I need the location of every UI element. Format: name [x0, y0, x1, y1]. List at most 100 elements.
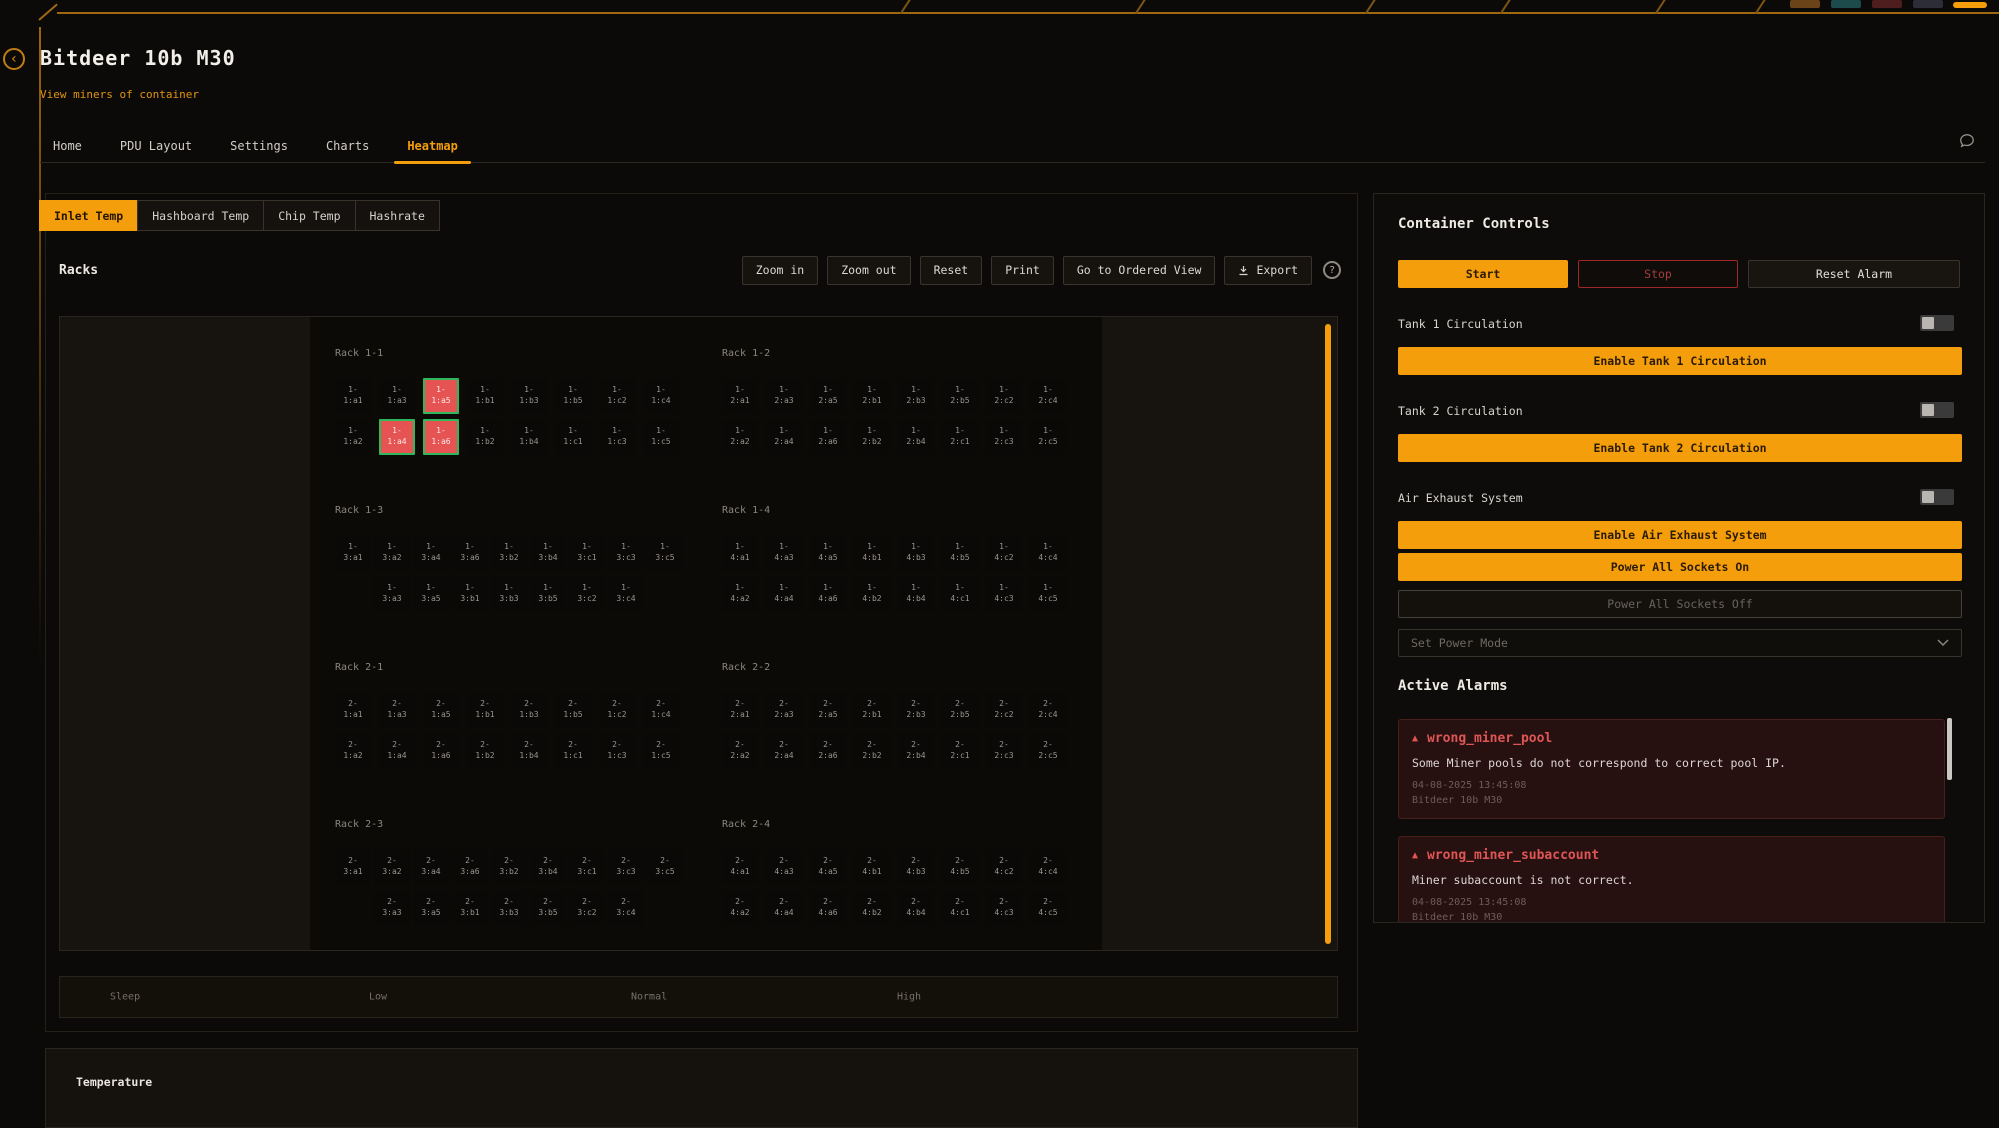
- miner-cell-1-3-b4[interactable]: 1-3:b4: [530, 535, 566, 571]
- miner-cell-1-4-c1[interactable]: 1-4:c1: [942, 576, 978, 612]
- miner-cell-1-4-c2[interactable]: 1-4:c2: [986, 535, 1022, 571]
- miner-cell-1-3-c3[interactable]: 1-3:c3: [608, 535, 644, 571]
- tab-settings[interactable]: Settings: [217, 130, 301, 162]
- heatmap-tab-hashboard-temp[interactable]: Hashboard Temp: [137, 200, 264, 231]
- miner-cell-1-2-b5[interactable]: 1-2:b5: [942, 378, 978, 414]
- miner-cell-1-4-a5[interactable]: 1-4:a5: [810, 535, 846, 571]
- miner-cell-1-1-c2[interactable]: 1-1:c2: [599, 378, 635, 414]
- miner-cell-2-1-c4[interactable]: 2-1:c4: [643, 692, 679, 728]
- heatmap-tab-hashrate[interactable]: Hashrate: [355, 200, 440, 231]
- tab-heatmap[interactable]: Heatmap: [394, 130, 471, 162]
- miner-cell-2-4-c5[interactable]: 2-4:c5: [1030, 890, 1066, 926]
- miner-cell-2-4-c3[interactable]: 2-4:c3: [986, 890, 1022, 926]
- miner-cell-1-4-c4[interactable]: 1-4:c4: [1030, 535, 1066, 571]
- miner-cell-2-2-a4[interactable]: 2-2:a4: [766, 733, 802, 769]
- miner-cell-1-2-a6[interactable]: 1-2:a6: [810, 419, 846, 455]
- miner-cell-2-3-c4[interactable]: 2-3:c4: [608, 890, 644, 926]
- power-all-sockets-off-button[interactable]: Power All Sockets Off: [1398, 590, 1962, 618]
- miner-cell-2-1-c1[interactable]: 2-1:c1: [555, 733, 591, 769]
- toolbar-reset-button[interactable]: Reset: [920, 256, 983, 285]
- miner-cell-1-2-c4[interactable]: 1-2:c4: [1030, 378, 1066, 414]
- enable-tank-2-circulation-button[interactable]: Enable Tank 2 Circulation: [1398, 434, 1962, 462]
- toggle-air-exhaust-system[interactable]: [1920, 489, 1954, 505]
- miner-cell-2-4-b4[interactable]: 2-4:b4: [898, 890, 934, 926]
- heatmap-tab-chip-temp[interactable]: Chip Temp: [263, 200, 355, 231]
- miner-cell-2-2-a2[interactable]: 2-2:a2: [722, 733, 758, 769]
- miner-cell-2-2-b2[interactable]: 2-2:b2: [854, 733, 890, 769]
- miner-cell-2-1-a2[interactable]: 2-1:a2: [335, 733, 371, 769]
- miner-cell-1-3-b2[interactable]: 1-3:b2: [491, 535, 527, 571]
- miner-cell-1-1-a1[interactable]: 1-1:a1: [335, 378, 371, 414]
- help-icon[interactable]: ?: [1323, 261, 1341, 279]
- miner-cell-1-4-a1[interactable]: 1-4:a1: [722, 535, 758, 571]
- miner-cell-1-4-b2[interactable]: 1-4:b2: [854, 576, 890, 612]
- miner-cell-2-1-a3[interactable]: 2-1:a3: [379, 692, 415, 728]
- miner-cell-2-4-a3[interactable]: 2-4:a3: [766, 849, 802, 885]
- miner-cell-2-1-b1[interactable]: 2-1:b1: [467, 692, 503, 728]
- miner-cell-2-3-b4[interactable]: 2-3:b4: [530, 849, 566, 885]
- miner-cell-1-2-a3[interactable]: 1-2:a3: [766, 378, 802, 414]
- miner-cell-1-3-b1[interactable]: 1-3:b1: [452, 576, 488, 612]
- miner-cell-2-2-b3[interactable]: 2-2:b3: [898, 692, 934, 728]
- miner-cell-2-1-c2[interactable]: 2-1:c2: [599, 692, 635, 728]
- miner-cell-1-3-c2[interactable]: 1-3:c2: [569, 576, 605, 612]
- miner-cell-2-1-a1[interactable]: 2-1:a1: [335, 692, 371, 728]
- miner-cell-1-3-c5[interactable]: 1-3:c5: [647, 535, 683, 571]
- miner-cell-1-4-a3[interactable]: 1-4:a3: [766, 535, 802, 571]
- miner-cell-2-4-a1[interactable]: 2-4:a1: [722, 849, 758, 885]
- miner-cell-1-3-c4[interactable]: 1-3:c4: [608, 576, 644, 612]
- miner-cell-1-3-c1[interactable]: 1-3:c1: [569, 535, 605, 571]
- miner-cell-2-3-a4[interactable]: 2-3:a4: [413, 849, 449, 885]
- miner-cell-1-4-b3[interactable]: 1-4:b3: [898, 535, 934, 571]
- miner-cell-2-3-a3[interactable]: 2-3:a3: [374, 890, 410, 926]
- miner-cell-2-3-b1[interactable]: 2-3:b1: [452, 890, 488, 926]
- miner-cell-2-3-b2[interactable]: 2-3:b2: [491, 849, 527, 885]
- miner-cell-1-2-c3[interactable]: 1-2:c3: [986, 419, 1022, 455]
- back-button[interactable]: ‹: [3, 48, 25, 70]
- miner-cell-1-1-c3[interactable]: 1-1:c3: [599, 419, 635, 455]
- miner-cell-1-2-a1[interactable]: 1-2:a1: [722, 378, 758, 414]
- reset-alarm-button[interactable]: Reset Alarm: [1748, 260, 1960, 288]
- miner-cell-1-4-a6[interactable]: 1-4:a6: [810, 576, 846, 612]
- miner-cell-1-3-a2[interactable]: 1-3:a2: [374, 535, 410, 571]
- miner-cell-2-1-a6[interactable]: 2-1:a6: [423, 733, 459, 769]
- power-all-sockets-on-button[interactable]: Power All Sockets On: [1398, 553, 1962, 581]
- miner-cell-1-4-b4[interactable]: 1-4:b4: [898, 576, 934, 612]
- miner-cell-2-2-c3[interactable]: 2-2:c3: [986, 733, 1022, 769]
- toolbar-zoom-out-button[interactable]: Zoom out: [827, 256, 910, 285]
- miner-cell-1-1-c5[interactable]: 1-1:c5: [643, 419, 679, 455]
- miner-cell-1-1-b3[interactable]: 1-1:b3: [511, 378, 547, 414]
- miner-cell-2-3-c2[interactable]: 2-3:c2: [569, 890, 605, 926]
- miner-cell-2-4-b5[interactable]: 2-4:b5: [942, 849, 978, 885]
- miner-cell-2-1-b4[interactable]: 2-1:b4: [511, 733, 547, 769]
- miner-cell-1-4-b1[interactable]: 1-4:b1: [854, 535, 890, 571]
- enable-tank-1-circulation-button[interactable]: Enable Tank 1 Circulation: [1398, 347, 1962, 375]
- miner-cell-1-3-a1[interactable]: 1-3:a1: [335, 535, 371, 571]
- alarms-scrollbar[interactable]: [1947, 718, 1952, 780]
- miner-cell-2-2-b4[interactable]: 2-2:b4: [898, 733, 934, 769]
- miner-cell-2-4-c2[interactable]: 2-4:c2: [986, 849, 1022, 885]
- toolbar-print-button[interactable]: Print: [991, 256, 1054, 285]
- miner-cell-1-3-b3[interactable]: 1-3:b3: [491, 576, 527, 612]
- miner-cell-2-3-c5[interactable]: 2-3:c5: [647, 849, 683, 885]
- miner-cell-2-1-a5[interactable]: 2-1:a5: [423, 692, 459, 728]
- miner-cell-1-3-a5[interactable]: 1-3:a5: [413, 576, 449, 612]
- miner-cell-2-4-a6[interactable]: 2-4:a6: [810, 890, 846, 926]
- miner-cell-1-3-a6[interactable]: 1-3:a6: [452, 535, 488, 571]
- miner-cell-1-4-a4[interactable]: 1-4:a4: [766, 576, 802, 612]
- miner-cell-1-1-b2[interactable]: 1-1:b2: [467, 419, 503, 455]
- miner-cell-1-1-a5[interactable]: 1-1:a5: [423, 378, 459, 414]
- miner-cell-2-1-b5[interactable]: 2-1:b5: [555, 692, 591, 728]
- heatmap-tab-inlet-temp[interactable]: Inlet Temp: [39, 200, 138, 231]
- stop-button[interactable]: Stop: [1578, 260, 1738, 288]
- toolbar-export-button[interactable]: Export: [1224, 256, 1312, 285]
- miner-cell-1-4-a2[interactable]: 1-4:a2: [722, 576, 758, 612]
- miner-cell-1-1-a2[interactable]: 1-1:a2: [335, 419, 371, 455]
- miner-cell-2-2-b5[interactable]: 2-2:b5: [942, 692, 978, 728]
- miner-cell-1-3-b5[interactable]: 1-3:b5: [530, 576, 566, 612]
- miner-cell-2-2-b1[interactable]: 2-2:b1: [854, 692, 890, 728]
- miner-cell-1-1-a4[interactable]: 1-1:a4: [379, 419, 415, 455]
- start-button[interactable]: Start: [1398, 260, 1568, 288]
- tab-home[interactable]: Home: [40, 130, 95, 162]
- miner-cell-2-1-a4[interactable]: 2-1:a4: [379, 733, 415, 769]
